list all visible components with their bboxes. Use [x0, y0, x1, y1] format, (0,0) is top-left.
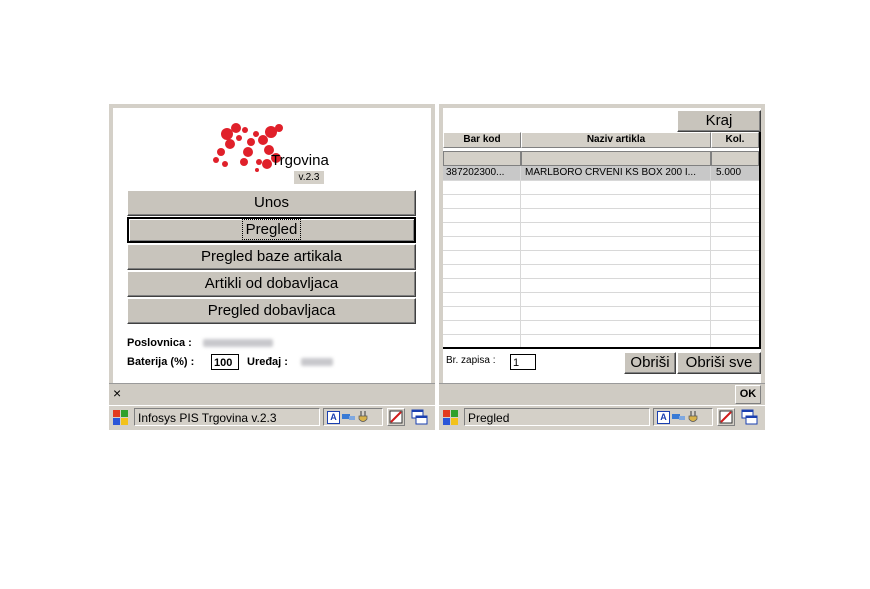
unos-button[interactable]: Unos	[127, 190, 416, 216]
grid-rule	[443, 236, 759, 237]
network-icon[interactable]	[342, 412, 355, 422]
artikli-od-dobavljaca-button[interactable]: Artikli od dobavljaca	[127, 271, 416, 297]
input-mode-icon[interactable]: A	[657, 411, 670, 424]
obrisi-sve-button[interactable]: Obriši sve	[677, 352, 761, 374]
column-header-kol[interactable]: Kol.	[711, 132, 759, 148]
logo-wordmark: Trgovina	[271, 152, 329, 169]
taskbar-title: Pregled	[464, 408, 650, 426]
windows-switch-icon[interactable]	[409, 408, 429, 426]
cell-bar-kod: 387202300...	[446, 167, 505, 178]
obrisi-button[interactable]: Obriši	[624, 352, 676, 374]
taskbar-title: Infosys PIS Trgovina v.2.3	[134, 408, 320, 426]
grid-rule	[443, 194, 759, 195]
grid-rule	[443, 320, 759, 321]
system-tray: A	[323, 408, 383, 426]
grid-rule	[443, 306, 759, 307]
poslovnica-label: Poslovnica :	[127, 337, 192, 349]
column-header-bar-kod[interactable]: Bar kod	[443, 132, 521, 148]
filter-bar-kod[interactable]	[443, 151, 521, 166]
pregled-button[interactable]: Pregled	[127, 217, 416, 243]
close-button[interactable]: ×	[113, 385, 121, 401]
br-zapisa-input[interactable]: 1	[510, 354, 536, 370]
column-header-naziv-artikla[interactable]: Naziv artikla	[521, 132, 711, 148]
system-tray: A	[653, 408, 713, 426]
filter-naziv-artikla[interactable]	[521, 151, 711, 166]
pregled-dobavljaca-button[interactable]: Pregled dobavljaca	[127, 298, 416, 324]
start-windows-icon[interactable]	[442, 409, 460, 427]
unos-button-label: Unos	[253, 194, 290, 211]
pregled-baze-artikala-button[interactable]: Pregled baze artikala	[127, 244, 416, 270]
keyboard-icon[interactable]	[387, 408, 405, 426]
windows-switch-icon[interactable]	[739, 408, 759, 426]
input-mode-icon[interactable]: A	[327, 411, 340, 424]
cell-naziv-artikla: MARLBORO CRVENI KS BOX 200 I...	[525, 167, 696, 178]
main-menu-screen: Trgovina v.2.3 Unos Pregled Pregled baze…	[113, 108, 431, 404]
start-windows-icon[interactable]	[112, 409, 130, 427]
cell-kol: 5.000	[716, 167, 742, 178]
command-bar: ×	[109, 383, 435, 406]
pregled-screen: Kraj Bar kod Naziv artikla Kol. 38720230…	[443, 108, 761, 404]
power-icon[interactable]	[687, 411, 699, 424]
ok-button[interactable]: OK	[735, 385, 761, 404]
baterija-label: Baterija (%) :	[127, 356, 195, 368]
baterija-value: 100	[211, 354, 239, 370]
grid-rule	[443, 264, 759, 265]
articles-grid[interactable]: Bar kod Naziv artikla Kol. 387202300... …	[443, 132, 761, 349]
grid-rule	[443, 292, 759, 293]
power-icon[interactable]	[357, 411, 369, 424]
grid-rule	[443, 250, 759, 251]
grid-rule	[443, 222, 759, 223]
taskbar: Pregled A	[439, 405, 765, 430]
pregled-dobavljaca-label: Pregled dobavljaca	[207, 302, 336, 319]
grid-rule	[443, 180, 759, 181]
pregled-baze-artikala-label: Pregled baze artikala	[201, 248, 342, 265]
taskbar: Infosys PIS Trgovina v.2.3 A	[109, 405, 435, 430]
uredaj-value-redacted	[301, 358, 333, 366]
grid-rule	[443, 208, 759, 209]
filter-kol[interactable]	[711, 151, 759, 166]
artikli-od-dobavljaca-label: Artikli od dobavljaca	[204, 275, 339, 292]
grid-rule	[443, 334, 759, 335]
device-main-menu: Trgovina v.2.3 Unos Pregled Pregled baze…	[109, 104, 435, 430]
device-pregled: Kraj Bar kod Naziv artikla Kol. 38720230…	[439, 104, 765, 430]
uredaj-label: Uređaj :	[247, 356, 288, 368]
app-version: v.2.3	[294, 171, 324, 184]
grid-rule	[443, 278, 759, 279]
poslovnica-value-redacted	[203, 339, 273, 347]
command-bar: OK	[439, 383, 765, 406]
network-icon[interactable]	[672, 412, 685, 422]
kraj-button[interactable]: Kraj	[677, 110, 761, 132]
keyboard-icon[interactable]	[717, 408, 735, 426]
pregled-button-label: Pregled	[241, 219, 302, 240]
br-zapisa-label: Br. zapisa :	[446, 355, 496, 366]
